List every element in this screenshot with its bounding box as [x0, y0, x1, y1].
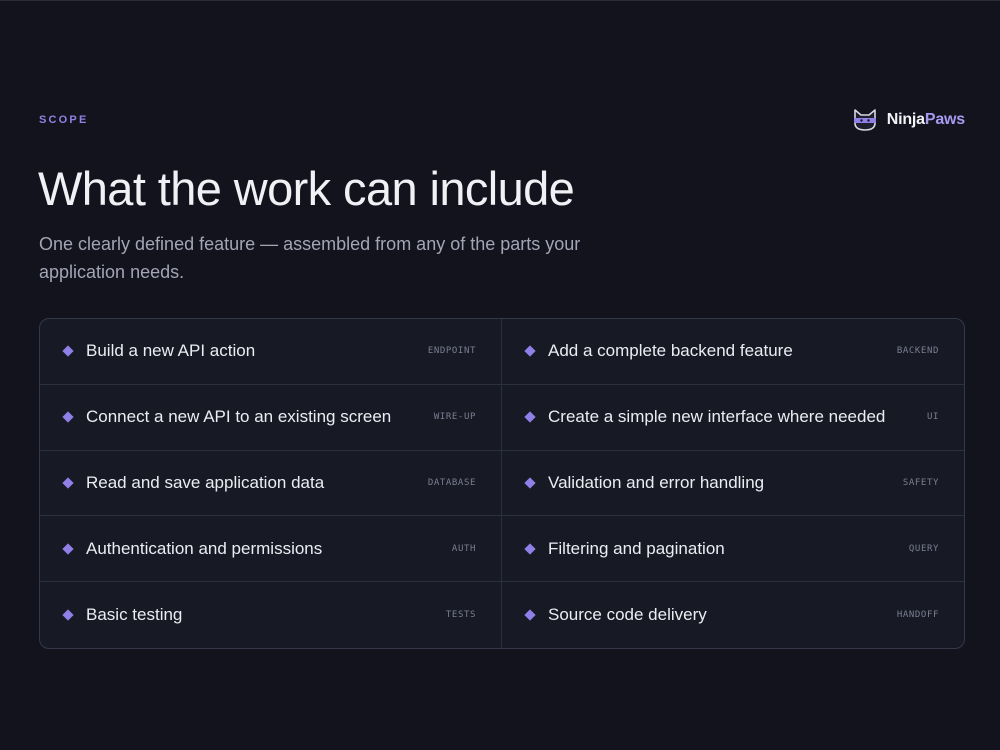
diamond-bullet-icon — [524, 477, 536, 489]
scope-item-tag: UI — [926, 412, 939, 423]
scope-item-tag: BACKEND — [896, 346, 939, 357]
scope-item-label: Filtering and pagination — [548, 538, 725, 558]
brand-name: NinjaPaws — [887, 111, 965, 129]
scope-item-tag: AUTH — [451, 543, 476, 554]
scope-item: Authentication and permissions AUTH — [40, 516, 502, 583]
scope-item: Create a simple new interface where need… — [502, 385, 964, 451]
diamond-bullet-icon — [524, 411, 536, 423]
scope-item-tag: ENDPOINT — [427, 346, 476, 357]
diamond-bullet-icon — [62, 411, 74, 423]
scope-item-tag: DATABASE — [427, 477, 476, 488]
scope-item: Validation and error handling SAFETY — [502, 451, 964, 517]
scope-item-tag: WIRE-UP — [433, 412, 476, 423]
scope-item: Build a new API action ENDPOINT — [40, 319, 502, 385]
scope-grid: Build a new API action ENDPOINT Add a co… — [39, 318, 965, 649]
scope-item: Source code delivery HANDOFF — [502, 582, 964, 648]
diamond-bullet-icon — [62, 477, 74, 489]
brand-name-primary: Ninja — [886, 111, 925, 128]
scope-item-tag: HANDOFF — [896, 610, 939, 621]
scope-item-tag: SAFETY — [902, 477, 939, 488]
scope-item-label: Connect a new API to an existing screen — [86, 407, 392, 427]
diamond-bullet-icon — [524, 543, 536, 555]
scope-item-tag: QUERY — [908, 543, 939, 554]
scope-item-label: Build a new API action — [86, 341, 256, 361]
diamond-bullet-icon — [62, 609, 74, 621]
diamond-bullet-icon — [62, 345, 74, 358]
scope-item-label: Add a complete backend feature — [548, 341, 793, 361]
scope-item-label: Read and save application data — [86, 472, 325, 492]
scope-item-label: Source code delivery — [548, 605, 707, 625]
ninja-cat-icon — [852, 108, 878, 132]
scope-item: Connect a new API to an existing screen … — [40, 384, 502, 451]
scope-item: Basic testing TESTS — [40, 582, 502, 648]
scope-item-tag: TESTS — [445, 610, 476, 621]
diamond-bullet-icon — [524, 345, 536, 358]
brand-logo: NinjaPaws — [852, 105, 965, 135]
scope-item-label: Create a simple new interface where need… — [548, 407, 886, 427]
scope-item: Add a complete backend feature BACKEND — [502, 319, 964, 385]
scope-item-label: Basic testing — [86, 605, 183, 625]
page-subtitle: One clearly defined feature — assembled … — [39, 234, 581, 282]
page-title: What the work can include — [38, 162, 575, 215]
diamond-bullet-icon — [62, 543, 74, 555]
section-eyebrow: SCOPE — [39, 114, 89, 126]
scope-item: Read and save application data DATABASE — [40, 450, 502, 517]
scope-item: Filtering and pagination QUERY — [502, 516, 964, 583]
brand-name-accent: Paws — [924, 111, 965, 128]
scope-item-label: Authentication and permissions — [86, 538, 323, 558]
diamond-bullet-icon — [524, 609, 536, 621]
scope-item-label: Validation and error handling — [548, 472, 765, 492]
